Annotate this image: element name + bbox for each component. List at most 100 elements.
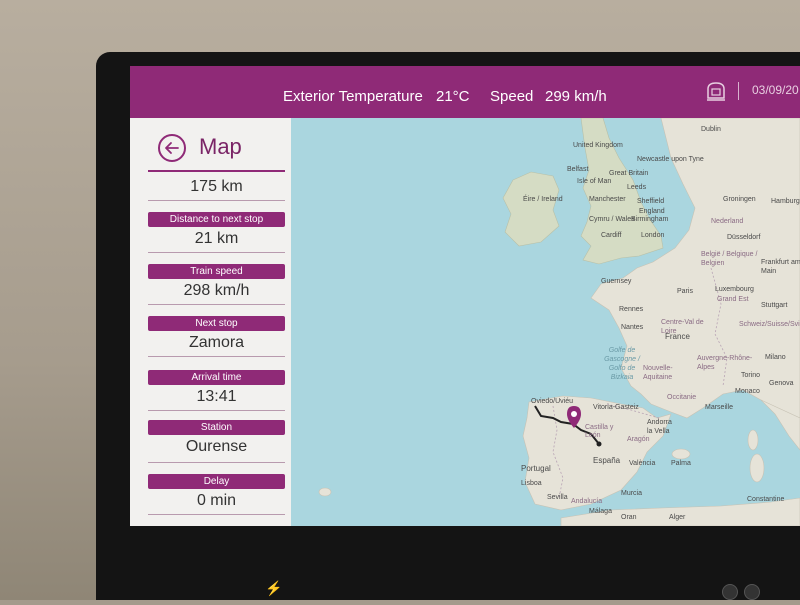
country-label: Nederland [711,218,744,225]
panel-divider [148,170,285,172]
status-bar: Exterior Temperature 21°C Speed 299 km/h… [130,66,800,118]
country-label: Schweiz/Suisse/Svizzera [739,321,800,328]
hardware-buttons [722,584,766,605]
city-label: Düsseldorf [727,234,761,241]
city-label: Luxembourg [715,286,754,293]
city-label: Great Britain [609,170,649,177]
city-label: Isle of Man [577,178,612,185]
back-button[interactable] [158,134,186,162]
date: 03/09/20 [752,83,799,97]
city-label: Murcia [621,490,643,497]
trip-info-panel: Map 175 km Distance to next stop 21 km T… [130,118,292,526]
city-label: Oran [621,514,637,521]
station-label: Station [148,420,285,435]
landmass-iberia [522,395,672,511]
city-label: Alger [669,514,686,521]
landmass-great-britain [580,118,664,265]
country-label: België / Belgique / Belgien [701,251,758,267]
city-label: Belfast [567,166,589,173]
city-label: Frankfurt am Main [761,259,800,275]
city-label: Sevilla [547,494,568,501]
distance-to-next-stop-value: 21 km [194,230,239,247]
country-label: France [665,332,690,341]
station-value: Ourense [185,438,248,455]
panel-divider [148,252,285,253]
train-logo-icon [707,82,725,101]
lightning-bolt-icon: ⚡ [265,580,283,596]
city-label: Éire / Ireland [523,196,563,203]
route-map[interactable]: Dublin United Kingdom Newcastle upon Tyn… [291,118,800,526]
landmass-corsica [747,429,759,451]
arrow-left-icon [165,142,179,154]
hardware-button[interactable] [744,584,760,600]
panel-divider [148,462,285,463]
landmass-ireland [502,171,560,247]
city-label: Paris [677,288,693,295]
city-label: Birmingham [631,216,669,223]
region-label: Andalucía [571,498,603,505]
city-label: Oviedo/Uviéu [531,398,574,405]
hardware-button[interactable] [722,584,738,600]
status-divider [738,82,739,100]
city-label: Málaga [589,508,612,515]
distance-to-next-stop-label: Distance to next stop [148,212,285,227]
exterior-temperature-label: Exterior Temperature [283,88,423,105]
city-label: Leeds [627,184,647,191]
city-label: València [629,460,656,467]
screen: Exterior Temperature 21°C Speed 299 km/h… [130,66,800,526]
region-label: Nouvelle-Aquitaine [643,365,673,381]
city-label: United Kingdom [573,142,623,149]
next-stop-value: Zamora [188,334,245,351]
delay-label: Delay [148,474,285,489]
region-label: Castilla y León [585,424,614,439]
city-label: Sheffield [637,198,665,205]
city-label: Manchester [589,196,626,203]
speed-value: 299 km/h [545,88,607,105]
panel-divider [148,304,285,305]
city-label: England [639,208,665,215]
panel-divider [148,356,285,357]
panel-divider [148,514,285,515]
city-label: Andorra la Vella [647,419,672,435]
city-label: Newcastle upon Tyne [637,156,704,163]
route-endpoint [596,441,602,447]
region-label: Auvergne-Rhône-Alpes [697,355,753,371]
city-label: Vitoria-Gasteiz [593,404,639,411]
region-label: Occitanie [667,394,697,401]
city-label: Monaco [735,388,760,395]
panel-divider [148,200,285,201]
city-label: Genova [769,380,794,387]
city-label: Dublin [701,126,721,133]
next-stop-label: Next stop [148,316,285,331]
city-label: Guernsey [601,278,632,285]
city-label: Palma [671,460,691,467]
city-label: Stuttgart [761,302,788,309]
region-label: Aragón [627,436,650,443]
city-label: Rennes [619,306,644,313]
arrival-time-value: 13:41 [196,388,237,405]
city-label: Nantes [621,324,644,331]
total-distance-value: 175 km [190,178,243,195]
city-label: Hamburg [771,198,800,205]
exterior-temperature-value: 21°C [436,88,470,105]
page-title: Map [199,134,242,159]
arrival-time-label: Arrival time [148,370,285,385]
panel-divider [148,410,285,411]
landmass-sardinia [749,453,765,483]
city-label: Constantine [747,496,785,503]
city-label: London [641,232,665,239]
landmass-mallorca [671,448,691,460]
country-label: Portugal [521,464,551,473]
landmass-islands [318,487,332,497]
city-label: Marseille [705,404,734,411]
speed-label: Speed [490,88,534,105]
city-label: Cardiff [601,232,622,239]
country-label: España [593,456,621,465]
country-label: Grand Est [717,296,749,303]
train-speed-value: 298 km/h [183,282,250,299]
train-speed-label: Train speed [148,264,285,279]
sea-label: Golfe de Gascogne / Golfo de Bizkaia [604,347,640,381]
city-label: Groningen [723,196,756,203]
city-label: Milano [765,354,786,361]
delay-value: 0 min [196,492,237,509]
